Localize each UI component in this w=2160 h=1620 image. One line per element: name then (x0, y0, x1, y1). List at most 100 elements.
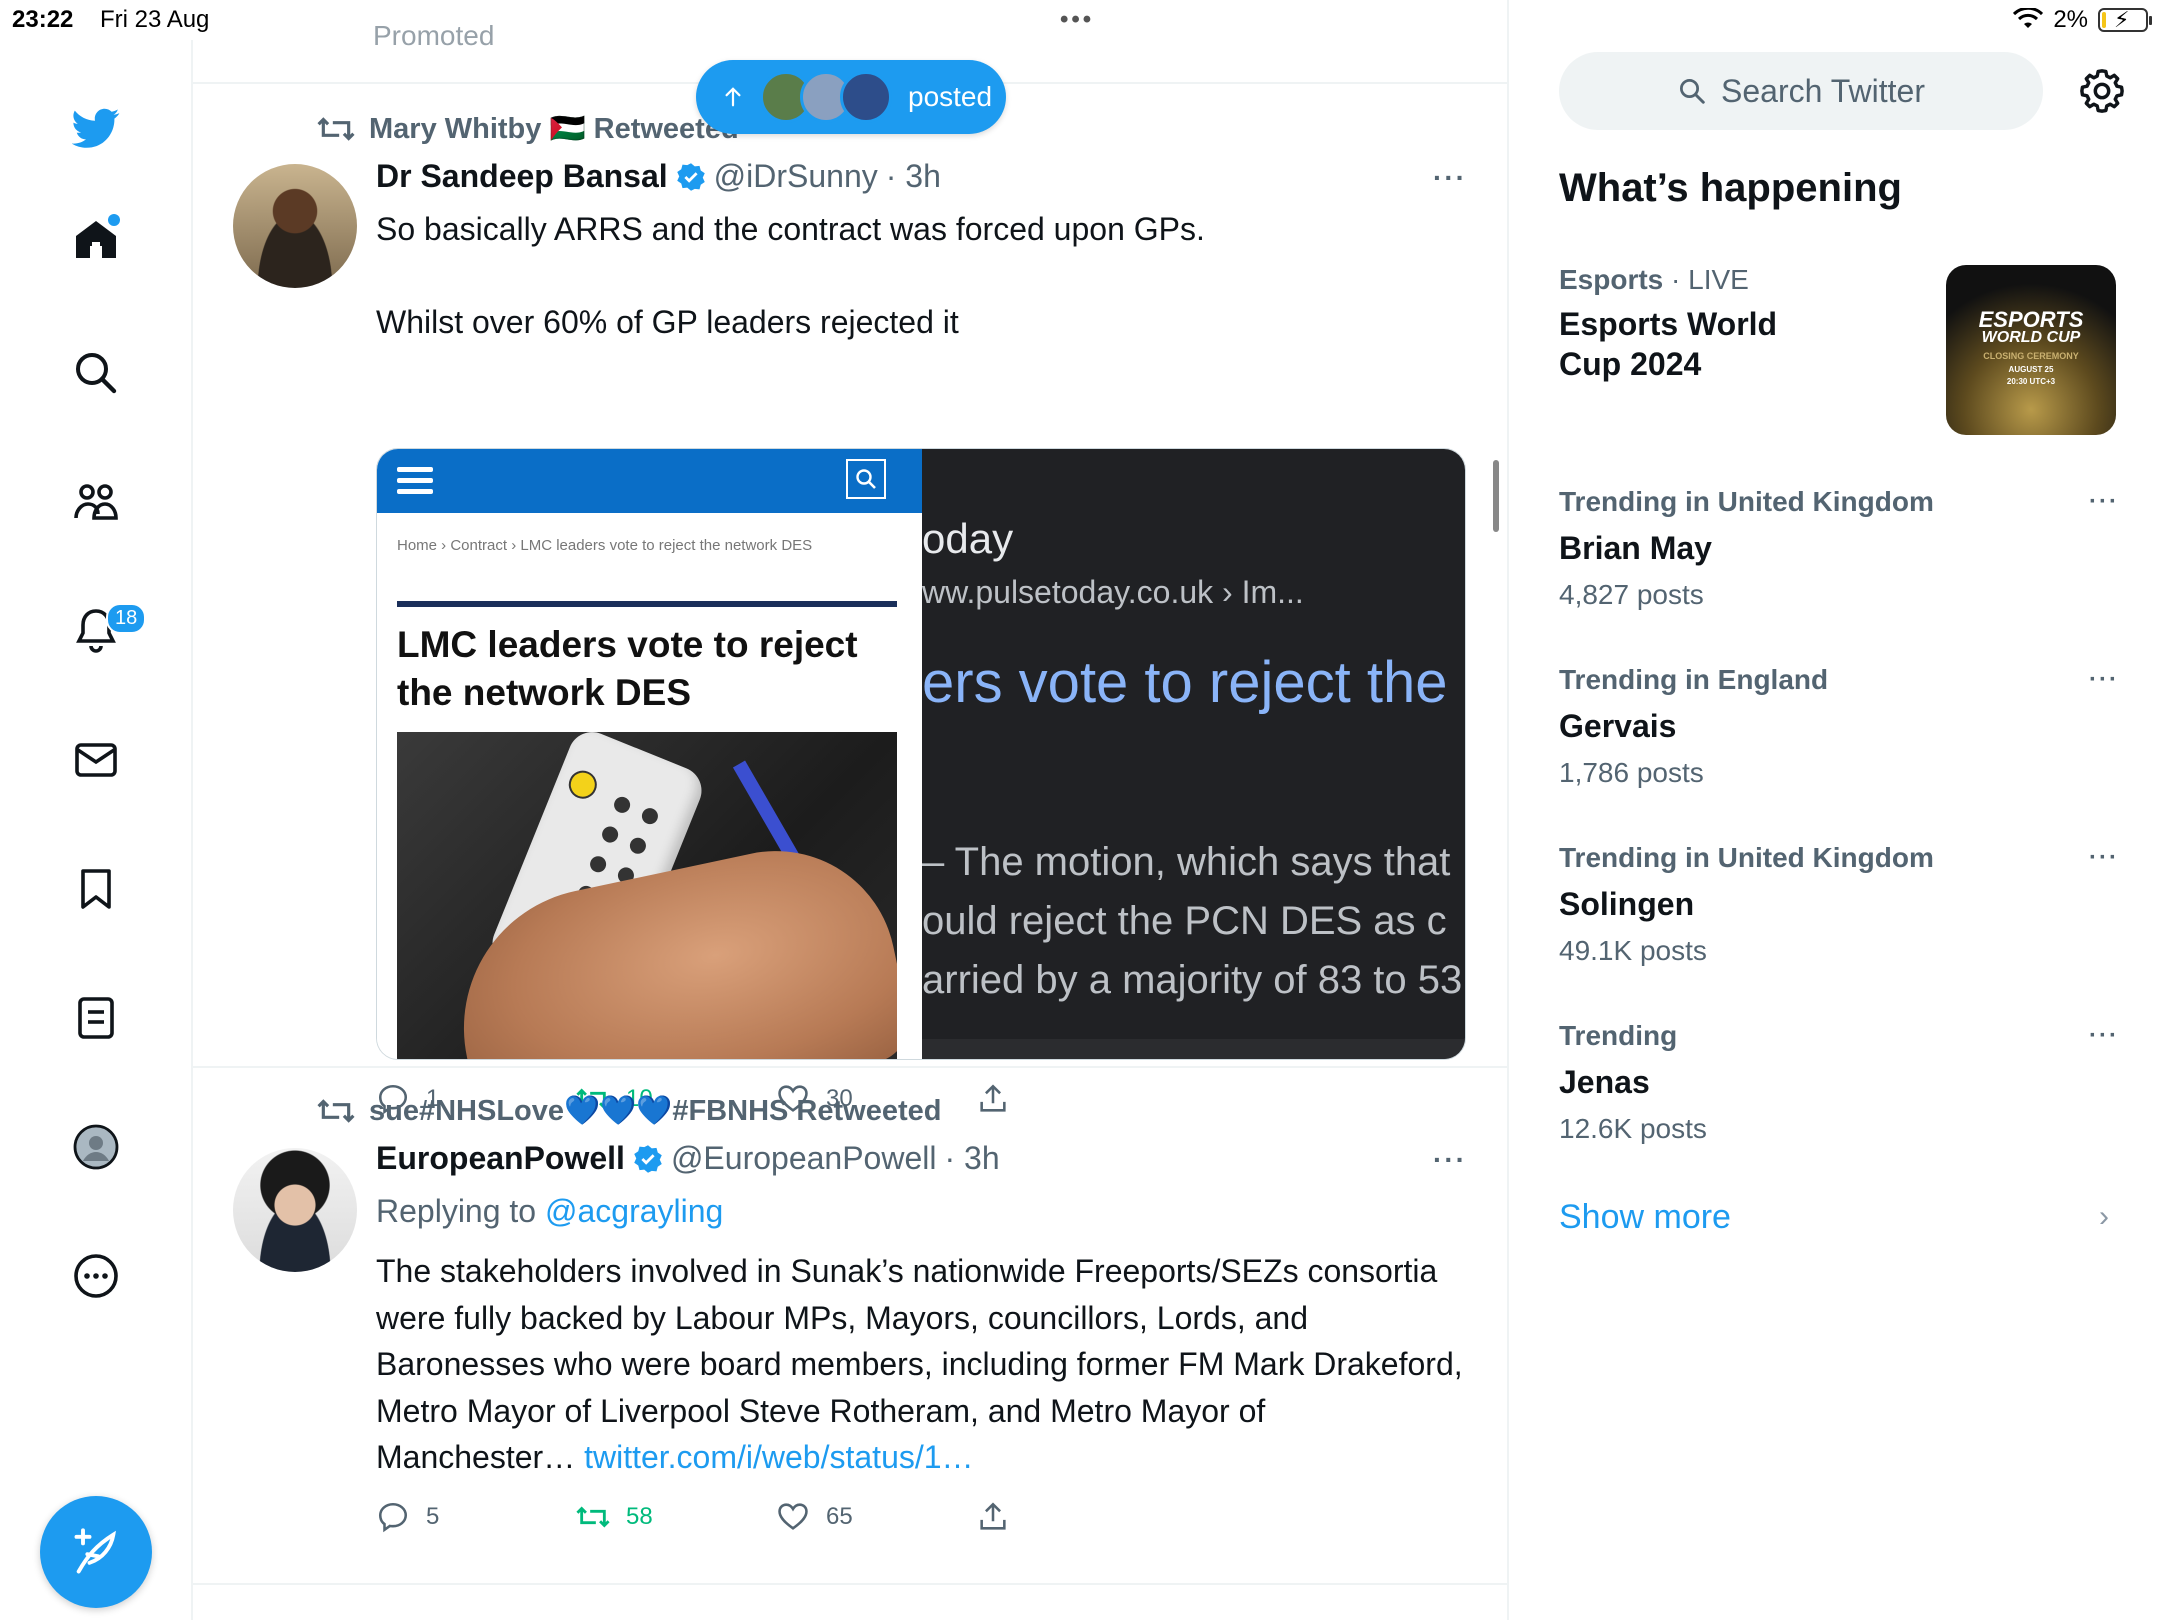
trend-more-icon[interactable]: ··· (2089, 1022, 2119, 1050)
reply-icon (378, 1502, 408, 1533)
trend-count: 49.1K posts (1559, 935, 1707, 966)
like-count: 65 (826, 1503, 853, 1530)
compose-feather-icon (74, 1528, 116, 1574)
left-nav: 18 (0, 40, 193, 1620)
twitter-logo[interactable] (56, 88, 136, 168)
nav-home[interactable] (56, 200, 136, 280)
tweet-more-icon[interactable]: ··· (1433, 1144, 1467, 1176)
heart-icon (778, 1503, 808, 1530)
article-site-header (377, 449, 922, 513)
tweet-text-line2: Whilst over 60% of GP leaders rejected i… (376, 304, 959, 340)
nav-more[interactable] (56, 1236, 136, 1316)
replying-to-handle[interactable]: @acgrayling (545, 1193, 723, 1229)
nav-notifications[interactable]: 18 (56, 591, 147, 671)
author-name[interactable]: Dr Sandeep Bansal (376, 158, 668, 195)
thumbnail-text: CLOSING CEREMONY (1983, 351, 2079, 361)
show-more-link[interactable]: Show more (1559, 1198, 1731, 1237)
thumbnail-text: 20:30 UTC+3 (2006, 377, 2056, 386)
tweet[interactable]: sue#NHSLove💙💙💙#FBNHS Retweeted EuropeanP… (193, 1068, 1507, 1583)
search-result-snippet: – The motion, which says that ould rejec… (922, 833, 1462, 1010)
scrollbar[interactable] (1493, 460, 1499, 532)
trend-more-icon[interactable]: ··· (2089, 666, 2119, 694)
author-name[interactable]: EuropeanPowell (376, 1140, 625, 1177)
nav-lists[interactable] (56, 978, 136, 1058)
tweet-media[interactable]: Home › Contract › LMC leaders vote to re… (376, 448, 1466, 1060)
author-handle[interactable]: @iDrSunny (714, 158, 878, 195)
retweet-context: sue#NHSLove💙💙💙#FBNHS Retweeted (317, 1094, 941, 1128)
chevron-right-icon: › (2099, 1200, 2109, 1233)
article-photo-keypad (397, 732, 897, 1059)
new-posts-label: posted (908, 81, 993, 112)
share-icon (980, 1502, 1006, 1530)
more-circle-icon (74, 1254, 118, 1298)
verified-badge-icon (676, 162, 705, 191)
new-posts-pill[interactable]: posted (696, 60, 1006, 134)
arrow-up-icon (725, 87, 741, 107)
profile-avatar-icon (73, 1124, 119, 1170)
search-icon (76, 353, 117, 394)
author-handle[interactable]: @EuropeanPowell (671, 1140, 937, 1177)
thumbnail-text: AUGUST 25 (2008, 365, 2054, 374)
tweet-time[interactable]: · 3h (944, 1140, 999, 1177)
tweet-time[interactable]: · 3h (886, 158, 941, 195)
trend-item[interactable]: Trending in United Kingdom Brian May 4,8… (1559, 486, 2119, 611)
retweeted-by-text[interactable]: sue#NHSLove💙💙💙#FBNHS Retweeted (369, 1094, 941, 1128)
esports-thumbnail[interactable]: ESPORTS WORLD CUP CLOSING CEREMONY AUGUS… (1946, 265, 2116, 435)
hamburger-menu-icon (397, 467, 433, 500)
author-avatar[interactable] (233, 1148, 357, 1272)
article-breadcrumb: Home › Contract › LMC leaders vote to re… (397, 537, 813, 554)
nav-explore[interactable] (56, 333, 136, 413)
trend-category-label: Esports (1559, 264, 1664, 295)
tweet-text-line1: So basically ARRS and the contract was f… (376, 211, 1205, 247)
search-placeholder: Search Twitter (1721, 72, 1925, 109)
trend-name: Brian May (1559, 530, 1712, 566)
trend-category: Trending (1559, 1020, 1678, 1051)
trend-more-icon[interactable]: ··· (2089, 844, 2119, 872)
tweet-text: The stakeholders involved in Sunak’s nat… (376, 1248, 1466, 1481)
retweeted-by-text[interactable]: Mary Whitby 🇵🇸 Retweeted (369, 112, 739, 146)
bookmark-icon (81, 869, 111, 909)
twitter-bird-icon (72, 108, 120, 148)
compose-tweet-button[interactable] (40, 1496, 152, 1608)
trend-item[interactable]: Trending in England Gervais 1,786 posts … (1559, 664, 2119, 789)
trend-category: Trending in United Kingdom (1559, 486, 1934, 517)
retweet-button[interactable]: 58 (576, 1500, 776, 1534)
home-unread-dot (108, 214, 120, 226)
verified-badge-icon (634, 1144, 662, 1173)
trend-category: Trending in England (1559, 664, 1829, 695)
share-button[interactable] (976, 1500, 1176, 1534)
trend-more-icon[interactable]: ··· (2089, 488, 2119, 516)
trend-item[interactable]: Trending Jenas 12.6K posts ··· (1559, 1020, 2119, 1145)
retweet-icon (317, 1099, 355, 1123)
search-twitter-input[interactable]: Search Twitter (1559, 52, 2043, 130)
whats-happening-title: What’s happening (1559, 166, 1902, 210)
snippet-line: – The motion, which says that (922, 840, 1451, 884)
live-label: · LIVE (1671, 264, 1749, 295)
trend-item[interactable]: Trending in United Kingdom Solingen 49.1… (1559, 842, 2119, 967)
trend-name: Gervais (1559, 708, 1677, 744)
trend-count: 12.6K posts (1559, 1113, 1707, 1144)
retweet-context: Mary Whitby 🇵🇸 Retweeted (317, 112, 739, 146)
nav-communities[interactable] (56, 462, 136, 542)
nav-messages[interactable] (56, 720, 136, 800)
search-result-title: ers vote to reject the (922, 650, 1448, 715)
replying-to-prefix: Replying to (376, 1193, 537, 1229)
retweet-icon (576, 1506, 610, 1528)
media-article-screenshot: Home › Contract › LMC leaders vote to re… (377, 449, 922, 1059)
reply-button[interactable]: 5 (376, 1500, 576, 1534)
tweet-more-icon[interactable]: ··· (1433, 162, 1467, 194)
settings-gear-icon[interactable] (2079, 68, 2125, 114)
timeline-divider (193, 1583, 1507, 1585)
trend-count: 1,786 posts (1559, 757, 1704, 788)
tweet[interactable]: Mary Whitby 🇵🇸 Retweeted Dr Sandeep Bans… (193, 82, 1507, 1115)
trend-count: 4,827 posts (1559, 579, 1704, 610)
tweet-link[interactable]: twitter.com/i/web/status/1… (584, 1439, 973, 1475)
thumbnail-text: WORLD CUP (1981, 329, 2081, 346)
nav-profile[interactable] (56, 1107, 136, 1187)
author-avatar[interactable] (233, 164, 357, 288)
nav-bookmarks[interactable] (56, 849, 136, 929)
snippet-line: ould reject the PCN DES as c (922, 899, 1447, 943)
article-headline: LMC leaders vote to reject the network D… (397, 624, 858, 713)
trend-name: Jenas (1559, 1064, 1650, 1100)
like-button[interactable]: 65 (776, 1500, 976, 1534)
